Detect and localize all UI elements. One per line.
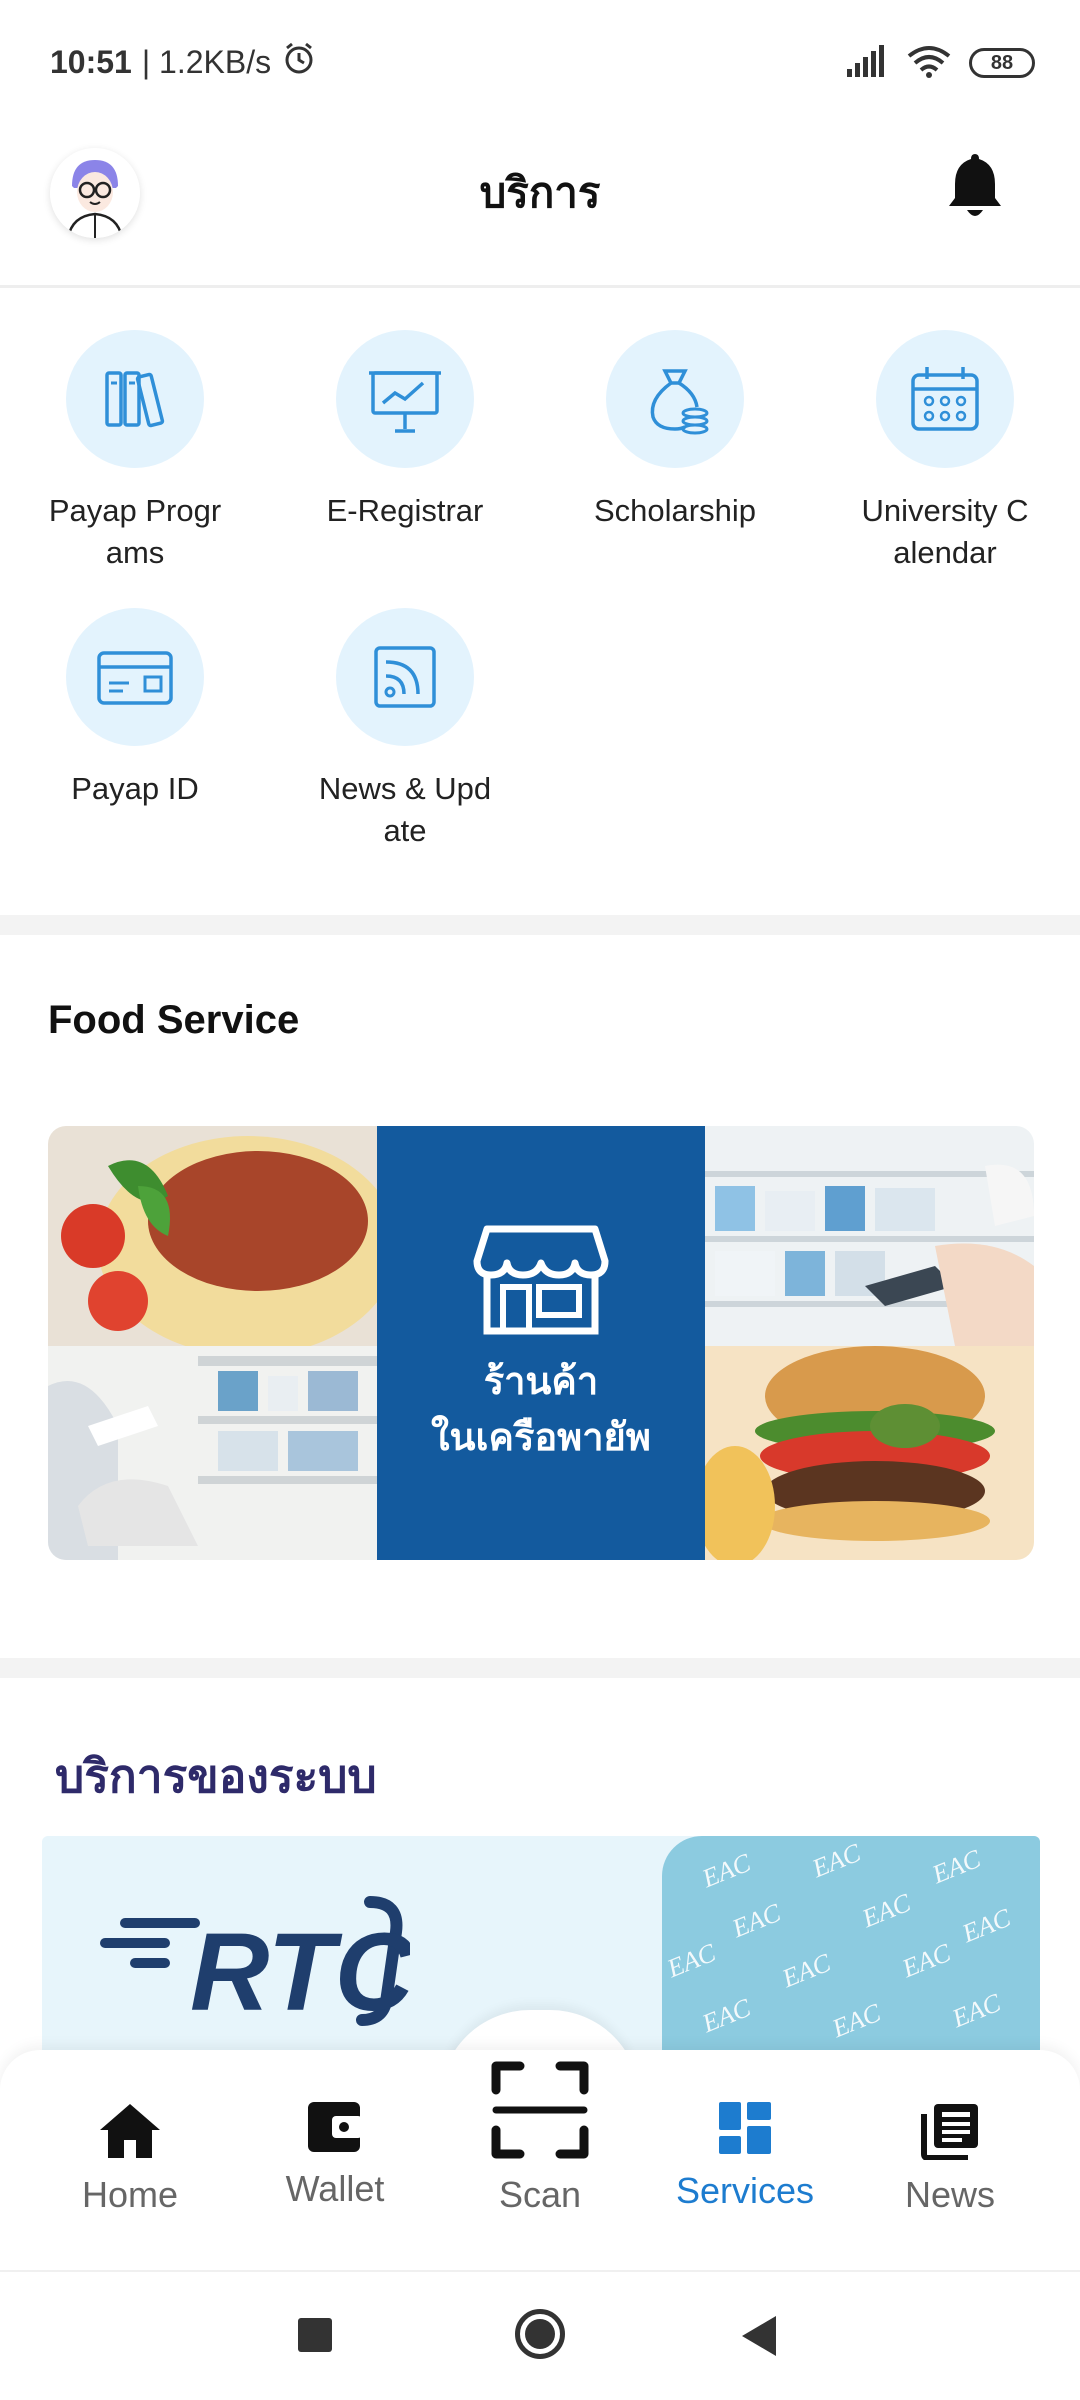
system-navigation-bar: [0, 2270, 1080, 2400]
service-e-registrar[interactable]: E-Registrar: [270, 330, 540, 532]
section-divider: [0, 1658, 1080, 1678]
eac-pattern-mark: EAC: [828, 1997, 885, 2044]
nav-wallet[interactable]: Wallet: [235, 2098, 435, 2210]
scan-icon: [491, 2061, 589, 2159]
service-payap-id[interactable]: Payap ID: [0, 608, 270, 810]
food-banner-right-images: [695, 1126, 1034, 1560]
header: บริการ: [0, 120, 1080, 288]
service-icon-circle: [336, 330, 474, 468]
notification-bell-icon[interactable]: [945, 150, 1005, 222]
food-banner-left-images: [48, 1126, 398, 1560]
books-icon: [105, 371, 165, 428]
store-icon: [473, 1225, 609, 1335]
wallet-icon: [308, 2102, 362, 2152]
system-services-title: บริการของระบบ: [55, 1749, 377, 1803]
back-button[interactable]: [742, 2316, 776, 2356]
nav-services[interactable]: Services: [645, 2100, 845, 2212]
pharmacy-and-burger-image: [695, 1126, 1034, 1560]
signal-icon: [845, 45, 889, 81]
eac-pattern-area: EAC EAC EAC EAC EAC EAC EAC EAC EAC EAC …: [662, 1836, 1040, 2056]
nav-home[interactable]: Home: [30, 2102, 230, 2216]
pasta-and-pharmacy-image: [48, 1126, 398, 1560]
status-time: 10:51: [50, 43, 132, 80]
food-banner-text: ร้านค้า ในเครือพายัพ: [431, 1353, 651, 1465]
eac-pattern-mark: EAC: [858, 1887, 915, 1934]
id-card-icon: [97, 651, 173, 705]
status-network-speed: | 1.2KB/s: [141, 43, 272, 80]
eac-pattern-mark: EAC: [928, 1843, 985, 1890]
eac-pattern-mark: EAC: [698, 1992, 755, 2039]
money-bag-icon: [650, 369, 709, 435]
service-university-calendar[interactable]: University Calendar: [810, 330, 1080, 574]
nav-label: News: [904, 2174, 996, 2215]
food-banner-center: ร้านค้า ในเครือพายัพ: [376, 1126, 706, 1560]
rss-icon: [374, 646, 436, 708]
service-icon-circle: [66, 608, 204, 746]
presentation-chart-icon: [369, 371, 441, 433]
home-button-inner: [525, 2319, 555, 2349]
home-icon: [100, 2104, 160, 2158]
nav-label: Home: [81, 2174, 179, 2215]
service-icon-circle: [336, 608, 474, 746]
service-label: News & Update: [318, 771, 492, 848]
rtc-logo: RTC: [100, 1892, 416, 2036]
page-title: บริการ: [479, 168, 601, 217]
eac-pattern-mark: EAC: [663, 1937, 720, 1984]
service-scholarship[interactable]: Scholarship: [540, 330, 810, 532]
rtc-logo-text: RTC: [190, 1911, 410, 2032]
nav-label: Scan: [498, 2174, 582, 2215]
eac-pattern-mark: EAC: [958, 1902, 1015, 1949]
calendar-icon: [911, 367, 979, 431]
eac-pattern-mark: EAC: [698, 1847, 755, 1894]
service-label: E-Registrar: [326, 493, 484, 528]
service-label: Scholarship: [594, 493, 756, 528]
eac-pattern-mark: EAC: [898, 1937, 955, 1984]
nav-news[interactable]: News: [850, 2102, 1050, 2216]
recent-apps-button[interactable]: [298, 2318, 332, 2352]
status-left: 10:51 | 1.2KB/s: [50, 40, 317, 84]
food-banner-line1: ร้านค้า: [483, 1359, 599, 1403]
food-section-title: Food Service: [48, 998, 300, 1042]
food-banner-line2: ในเครือพายัพ: [431, 1415, 651, 1459]
wifi-icon: [907, 44, 951, 82]
service-label: Payap ID: [71, 771, 199, 806]
nav-label: Services: [675, 2170, 815, 2211]
service-payap-programs[interactable]: Payap Programs: [0, 330, 270, 574]
bottom-nav: Home Wallet Scan Services News: [0, 2050, 1080, 2270]
battery-level: 88: [990, 51, 1014, 74]
nav-label: Wallet: [285, 2168, 385, 2209]
section-divider: [0, 915, 1080, 935]
service-news-update[interactable]: News & Update: [270, 608, 540, 852]
food-service-banner[interactable]: ร้านค้า ในเครือพายัพ: [48, 1126, 1034, 1560]
newspaper-icon: [921, 2104, 978, 2161]
grid-icon: [719, 2102, 771, 2154]
eac-pattern-mark: EAC: [778, 1947, 835, 1994]
status-right: 88: [845, 44, 1035, 82]
service-label: Payap Programs: [48, 493, 222, 570]
service-icon-circle: [66, 330, 204, 468]
status-bar: 10:51 | 1.2KB/s 88: [0, 0, 1080, 120]
home-button[interactable]: [515, 2309, 565, 2359]
nav-scan[interactable]: Scan: [440, 2060, 640, 2216]
service-icon-circle: [876, 330, 1014, 468]
eac-pattern-mark: EAC: [728, 1897, 785, 1944]
service-label: University Calendar: [861, 493, 1029, 570]
eac-pattern-mark: EAC: [948, 1987, 1005, 2034]
service-icon-circle: [606, 330, 744, 468]
eac-pattern-mark: EAC: [808, 1837, 865, 1884]
battery-indicator: 88: [969, 48, 1035, 78]
alarm-icon: [281, 40, 317, 84]
